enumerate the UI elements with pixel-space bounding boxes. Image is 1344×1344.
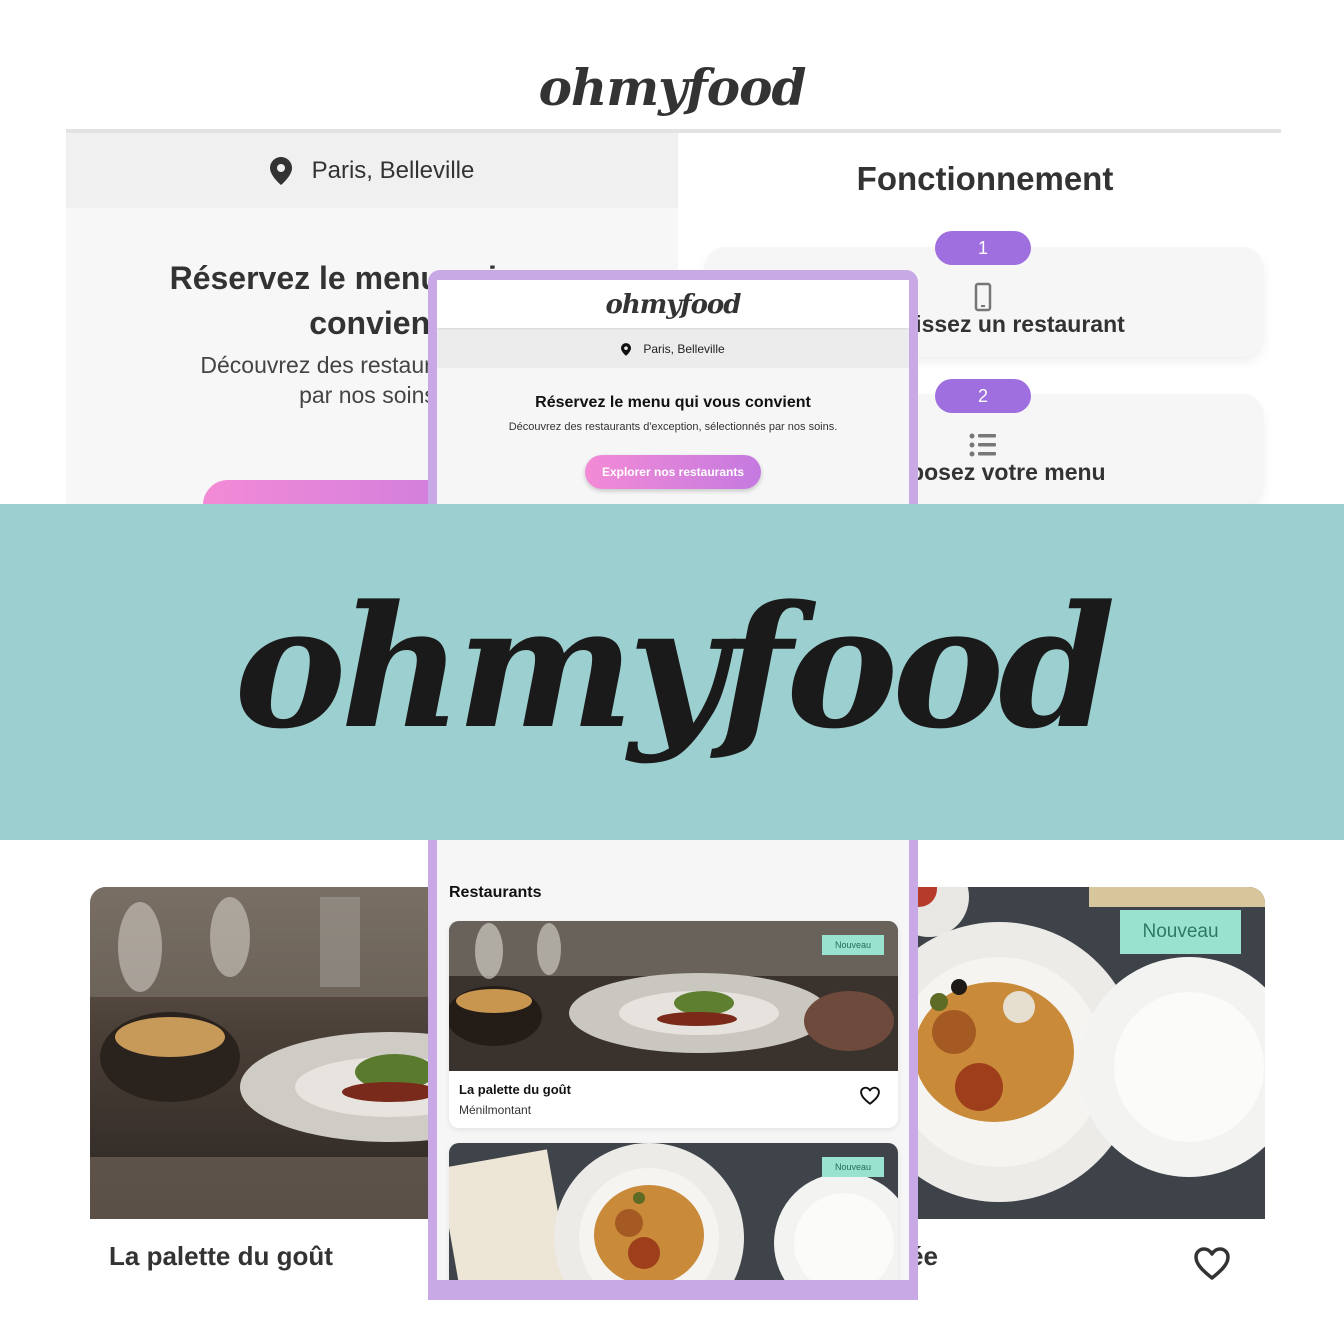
step-label-1: isissez un restaurant: [896, 311, 1125, 337]
restaurant-card[interactable]: Nouveau La palette du goût Ménilmontant: [449, 921, 898, 1128]
restaurant-photo: [90, 887, 436, 1219]
desktop-restaurant-card-1[interactable]: La palette du goût: [90, 887, 436, 1281]
list-icon: [969, 433, 996, 457]
restaurant-card[interactable]: Nouveau: [449, 1143, 898, 1280]
heart-icon[interactable]: [860, 1086, 880, 1106]
new-badge: Nouveau: [822, 1157, 884, 1177]
new-badge: Nouveau: [822, 935, 884, 955]
desktop-restaurant-card-2[interactable]: Nouveau ée: [909, 887, 1265, 1281]
restaurant-area: Ménilmontant: [459, 1103, 532, 1117]
restaurant-name: La palette du goût: [109, 1241, 333, 1271]
step-label-2: nposez votre menu: [896, 459, 1106, 485]
map-pin-icon: [269, 156, 292, 185]
brand-banner: ohmyfood: [0, 504, 1344, 840]
explore-restaurants-button[interactable]: Explorer nos restaurants: [585, 455, 761, 489]
banner-logo: ohmyfood: [234, 568, 1115, 766]
how-it-works-title: Fonctionnement: [856, 160, 1114, 197]
step-badge-1: 1: [935, 231, 1031, 265]
mobile-hero-title: Réservez le menu qui vous convient: [535, 394, 811, 411]
mobile-location-text: Paris, Belleville: [643, 342, 725, 356]
restaurant-name: La palette du goût: [459, 1082, 571, 1097]
mobile-hero-subtitle: Découvrez des restaurants d'exception, s…: [508, 421, 838, 433]
new-badge: Nouveau: [1120, 910, 1241, 954]
desktop-location-bar[interactable]: Paris, Belleville: [66, 133, 678, 208]
desktop-location-text: Paris, Belleville: [311, 156, 475, 184]
desktop-logo[interactable]: ohmyfood: [0, 58, 1344, 117]
smartphone-icon: [974, 282, 992, 312]
restaurants-section-title: Restaurants: [449, 884, 542, 901]
mobile-location-bar[interactable]: Paris, Belleville: [437, 330, 909, 368]
map-pin-icon: [621, 342, 632, 356]
step-badge-2: 2: [935, 379, 1031, 413]
mobile-logo[interactable]: ohmyfood: [437, 280, 909, 328]
heart-icon[interactable]: [1194, 1247, 1230, 1281]
